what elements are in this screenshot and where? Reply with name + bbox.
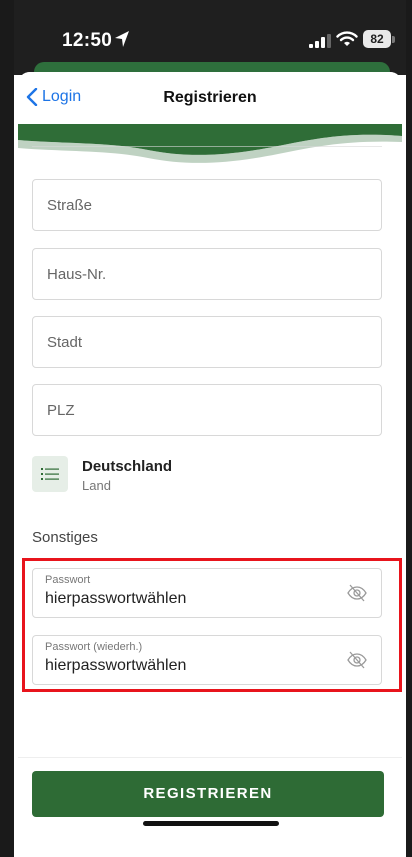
city-input[interactable]: Stadt: [32, 316, 382, 368]
battery-tip: [392, 36, 395, 43]
wifi-icon: [336, 31, 358, 46]
password-label: Passwort: [45, 574, 91, 586]
country-name: Deutschland: [82, 458, 173, 475]
status-time: 12:50: [62, 30, 113, 51]
phone-screen: 12:50 82 Login Registrieren Straße Haus-…: [14, 0, 406, 857]
zip-placeholder: PLZ: [47, 402, 75, 419]
header-wave-decoration: [18, 124, 402, 163]
password-value: hierpasswortwählen: [45, 590, 187, 607]
country-label: Land: [82, 478, 111, 493]
password-repeat-value: hierpasswortwählen: [45, 657, 187, 674]
registration-sheet: Login Registrieren Straße Haus-Nr. Stadt…: [18, 72, 402, 857]
battery-indicator: 82: [363, 30, 391, 48]
list-icon: [32, 456, 68, 492]
navigation-bar: Login Registrieren: [18, 72, 402, 124]
city-placeholder: Stadt: [47, 334, 83, 351]
cellular-signal-icon: [309, 34, 331, 48]
street-placeholder: Straße: [47, 197, 93, 214]
country-selector[interactable]: Deutschland Land: [32, 456, 382, 506]
zip-input[interactable]: PLZ: [32, 384, 382, 436]
bottom-divider: [18, 757, 402, 758]
page-title: Registrieren: [163, 89, 257, 106]
password-input[interactable]: Passwort hierpasswortwählen: [32, 568, 382, 618]
location-arrow-icon: [115, 31, 129, 47]
phone-frame-right: [406, 0, 412, 857]
phone-frame-left: [0, 0, 14, 857]
house-number-input[interactable]: Haus-Nr.: [32, 248, 382, 300]
register-button[interactable]: REGISTRIEREN: [32, 771, 384, 817]
password-repeat-label: Passwort (wiederh.): [45, 641, 143, 653]
home-indicator: [143, 821, 279, 826]
password-repeat-input[interactable]: Passwort (wiederh.) hierpasswortwählen: [32, 635, 382, 685]
eye-slash-icon[interactable]: [347, 651, 367, 669]
street-input[interactable]: Straße: [32, 179, 382, 231]
eye-slash-icon[interactable]: [347, 584, 367, 602]
house-number-placeholder: Haus-Nr.: [47, 266, 107, 283]
section-title-misc: Sonstiges: [32, 529, 98, 546]
